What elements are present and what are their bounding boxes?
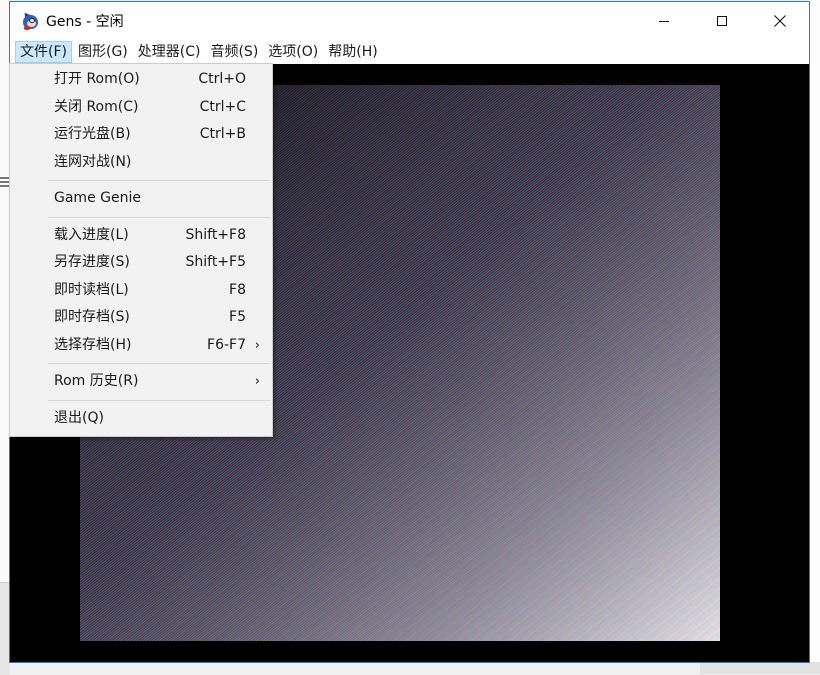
menu-item-shortcut: Ctrl+B [199,126,246,142]
menu-help[interactable]: 帮助(H) [324,41,381,63]
title-bar[interactable]: Gens - 空闲 [10,2,809,40]
maximize-button[interactable] [693,2,751,40]
menu-item-label: 载入进度(L) [54,226,129,243]
menu-item-shortcut: Ctrl+C [199,98,246,115]
background-right-edge [810,0,820,674]
menu-separator [48,399,270,401]
menu-bar: 文件(F) 图形(G) 处理器(C) 音频(S) 选项(O) 帮助(H) [10,40,809,64]
menu-options[interactable]: 选项(O) [264,41,322,63]
menu-item-label: Rom 历史(R) [54,373,139,389]
menu-item-label: 连网对战(N) [54,153,132,170]
menu-graphics[interactable]: 图形(G) [74,41,132,63]
minimize-button[interactable] [635,2,693,40]
menu-item-label: 即时读档(L) [54,281,129,298]
window-title: Gens - 空闲 [46,14,124,30]
menu-item-label: 退出(Q) [54,409,104,426]
menu-separator [48,180,270,181]
menu-item-open-rom[interactable]: 打开 Rom(O) Ctrl+O [10,66,272,94]
close-icon [774,15,786,27]
menu-item-quick-load[interactable]: 即时读档(L) F8 [10,277,272,305]
menu-item-label: 即时存档(S) [54,309,130,325]
menu-item-label: 选择存档(H) [54,336,132,353]
menu-item-quick-save[interactable]: 即时存档(S) F5 [10,304,272,332]
menu-item-save-state-as[interactable]: 另存进度(S) Shift+F5 [10,249,272,277]
menu-sound[interactable]: 音频(S) [206,41,262,63]
window-controls [635,2,809,40]
menu-item-shortcut: Ctrl+O [198,71,246,87]
menu-item-exit[interactable]: 退出(Q) [10,405,272,433]
menu-item-shortcut: F8 [229,281,246,298]
background-right-strip [700,662,820,674]
maximize-icon [717,16,727,26]
menu-item-shortcut: F5 [229,309,246,325]
menu-item-close-rom[interactable]: 关闭 Rom(C) Ctrl+C [10,94,272,122]
menu-item-load-state[interactable]: 载入进度(L) Shift+F8 [10,222,272,250]
menu-item-shortcut: F6-F7 [207,336,246,353]
chevron-right-icon: › [254,374,260,389]
menu-item-shortcut: Shift+F8 [185,226,246,243]
menu-separator [48,216,270,218]
menu-item-game-genie[interactable]: Game Genie [10,185,272,213]
menu-separator [48,363,270,364]
chevron-right-icon: › [254,337,260,353]
menu-file[interactable]: 文件(F) [15,41,72,63]
menu-item-label: Game Genie [54,190,141,206]
menu-item-label: 打开 Rom(O) [54,71,140,87]
gens-sonic-icon[interactable] [20,9,40,30]
menu-item-label: 运行光盘(B) [54,126,131,142]
menu-item-rom-history[interactable]: Rom 历史(R) › [10,368,272,396]
menu-item-shortcut: Shift+F5 [185,254,246,270]
menu-item-select-slot[interactable]: 选择存档(H) F6-F7 › [10,332,272,360]
menu-item-label: 另存进度(S) [54,254,130,270]
menu-cpu[interactable]: 处理器(C) [134,41,205,63]
minimize-icon [659,20,669,22]
close-button[interactable] [751,2,809,40]
menu-item-netplay[interactable]: 连网对战(N) [10,149,272,177]
file-menu-dropdown: 打开 Rom(O) Ctrl+O 关闭 Rom(C) Ctrl+C 运行光盘(B… [9,63,273,437]
menu-item-label: 关闭 Rom(C) [54,98,139,115]
menu-item-run-disc[interactable]: 运行光盘(B) Ctrl+B [10,121,272,149]
